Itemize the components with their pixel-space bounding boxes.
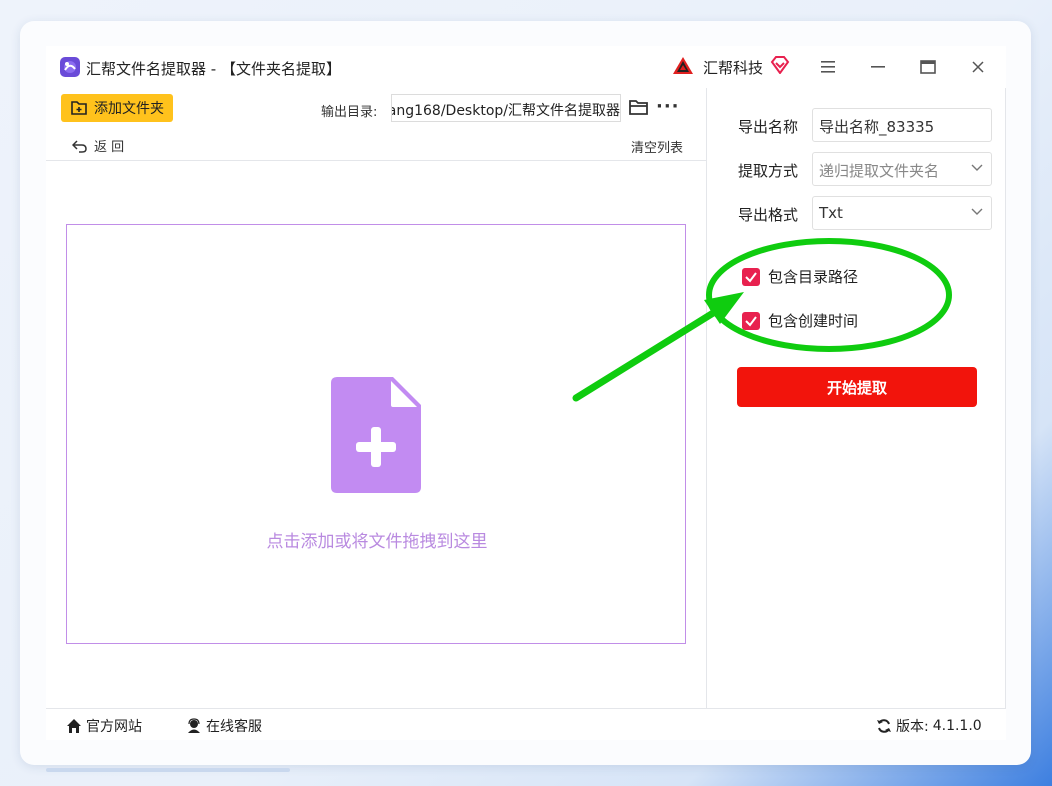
support-label: 在线客服: [206, 719, 262, 735]
status-footer: 官方网站 在线客服 版本: 4.1.1.0: [46, 708, 1006, 740]
start-extract-button[interactable]: 开始提取: [737, 367, 977, 407]
chevron-down-icon: [971, 164, 983, 171]
official-website-link[interactable]: 官方网站: [66, 716, 142, 736]
export-format-label: 导出格式: [738, 206, 799, 224]
export-name-input[interactable]: 导出名称_83335: [812, 108, 992, 142]
include-dir-path-checkbox[interactable]: 包含目录路径: [742, 266, 858, 287]
output-dir-value: ang168/Desktop/汇帮文件名提取器: [391, 103, 620, 119]
home-icon: [67, 719, 81, 733]
more-options-icon[interactable]: ···: [656, 96, 680, 117]
maximize-icon[interactable]: [915, 55, 941, 79]
drop-hint: 点击添加或将文件拖拽到这里: [266, 532, 488, 552]
extract-mode-select[interactable]: 递归提取文件夹名: [812, 152, 992, 186]
settings-panel: 导出名称 导出名称_83335 提取方式 递归提取文件夹名 导出格式 Txt 包…: [706, 88, 1006, 708]
include-dir-path-label: 包含目录路径: [768, 268, 859, 286]
checkbox-checked-icon[interactable]: [742, 311, 760, 330]
app-window: 汇帮文件名提取器 - 【文件夹名提取】 汇帮科技 添加文件夹 输出目录: ang…: [46, 46, 1006, 740]
back-label: 返 回: [94, 140, 125, 155]
checkbox-checked-icon[interactable]: [742, 267, 760, 286]
brand-logo-icon: [673, 57, 693, 74]
back-button[interactable]: 返 回: [72, 136, 124, 155]
online-support-link[interactable]: 在线客服: [186, 716, 262, 736]
clear-list-button[interactable]: 清空列表: [631, 137, 683, 156]
extract-mode-value: 递归提取文件夹名: [819, 162, 940, 180]
add-folder-button[interactable]: 添加文件夹: [61, 94, 173, 122]
include-create-time-checkbox[interactable]: 包含创建时间: [742, 310, 858, 331]
support-agent-icon: [188, 718, 200, 733]
output-dir-field[interactable]: ang168/Desktop/汇帮文件名提取器: [391, 94, 621, 122]
include-create-time-label: 包含创建时间: [768, 312, 859, 330]
close-icon[interactable]: [965, 55, 991, 79]
website-label: 官方网站: [86, 719, 142, 735]
add-folder-icon: [71, 101, 87, 115]
refresh-icon: [877, 719, 891, 733]
minimize-icon[interactable]: [865, 55, 891, 79]
export-name-label: 导出名称: [738, 118, 799, 136]
file-drop-zone[interactable]: 点击添加或将文件拖拽到这里: [66, 224, 686, 644]
toolbar-divider: [46, 160, 706, 161]
export-format-value: Txt: [819, 204, 843, 222]
chevron-down-icon: [971, 208, 983, 215]
export-format-select[interactable]: Txt: [812, 196, 992, 230]
window-title: 汇帮文件名提取器 - 【文件夹名提取】: [86, 60, 341, 78]
version-label: 版本:: [896, 719, 929, 735]
taskbar-glow: [46, 768, 290, 772]
title-bar: 汇帮文件名提取器 - 【文件夹名提取】 汇帮科技: [46, 46, 1006, 88]
back-arrow-icon: [72, 139, 87, 153]
vip-diamond-icon[interactable]: [770, 56, 790, 74]
extract-mode-label: 提取方式: [738, 162, 799, 180]
add-file-icon[interactable]: [331, 377, 423, 493]
app-logo-icon: [60, 57, 80, 77]
version-value: 4.1.1.0: [932, 718, 982, 734]
output-dir-label: 输出目录:: [321, 105, 378, 120]
open-folder-icon[interactable]: [628, 97, 650, 117]
version-info: 版本: 4.1.1.0: [876, 716, 982, 736]
menu-icon[interactable]: [815, 55, 841, 79]
add-folder-label: 添加文件夹: [94, 101, 164, 117]
brand-name: 汇帮科技: [703, 59, 764, 77]
